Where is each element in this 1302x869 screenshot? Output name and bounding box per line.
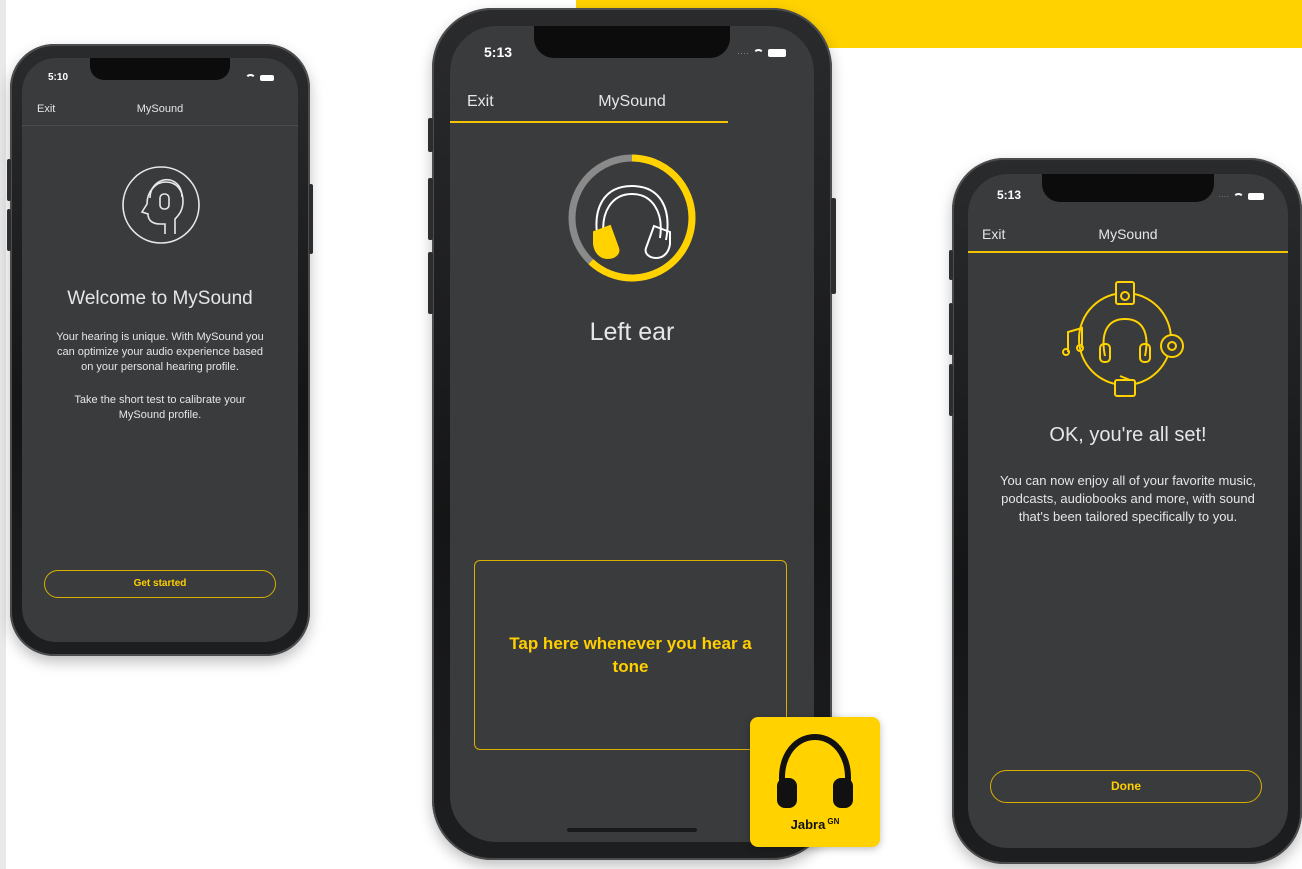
wifi-icon: [753, 49, 764, 57]
side-button: [428, 178, 433, 240]
signal-dots-icon: ····: [737, 48, 749, 58]
side-button: [949, 364, 953, 416]
battery-icon: [768, 49, 786, 57]
status-icons: ····: [1218, 192, 1264, 201]
all-set-heading: OK, you're all set!: [1049, 424, 1207, 446]
status-icons: [245, 74, 274, 82]
side-button: [428, 252, 433, 314]
welcome-instructions: Take the short test to calibrate your My…: [74, 394, 246, 421]
side-button: [428, 118, 433, 152]
screen-welcome: 5:10 Exit MySound Welcome to MySound You…: [22, 58, 298, 642]
status-time: 5:10: [48, 72, 69, 83]
nav-bar: Exit MySound: [968, 218, 1288, 253]
side-button: [831, 198, 836, 294]
welcome-body: Your hearing is unique. With MySound you…: [56, 331, 264, 373]
jabra-brand: Jabra: [790, 817, 826, 832]
notch: [534, 26, 730, 58]
nav-progress-bar: [968, 251, 1288, 253]
head-with-headphones-icon: [122, 166, 200, 244]
status-time: 5:13: [484, 44, 513, 60]
gn-mark: GN: [827, 817, 840, 826]
nav-bar: Exit MySound: [450, 82, 814, 126]
nav-progress-bar: [450, 121, 728, 123]
notch: [1042, 174, 1214, 202]
left-edge-stripe: [0, 0, 6, 869]
left-ear-heading: Left ear: [589, 318, 675, 346]
side-button: [7, 209, 11, 251]
nav-title: MySound: [598, 93, 666, 110]
nav-divider: [22, 125, 298, 126]
side-button: [7, 159, 11, 201]
wifi-icon: [1233, 192, 1244, 201]
side-button: [949, 303, 953, 355]
wifi-icon: [245, 74, 256, 82]
headphones-media-circle-icon: [1062, 281, 1184, 397]
battery-icon: [260, 75, 274, 81]
nav-bar: Exit MySound: [22, 96, 298, 126]
get-started-button[interactable]: Get started: [44, 570, 276, 598]
status-icons: ····: [737, 48, 786, 58]
signal-dots-icon: ····: [1218, 192, 1229, 201]
phone-left: 5:10 Exit MySound Welcome to MySound You…: [7, 44, 313, 656]
nav-title: MySound: [1098, 226, 1158, 242]
tap-tone-area[interactable]: Tap here whenever you hear a tone: [474, 560, 787, 750]
phone-right: 5:13 ···· Exit MySound OK, you're all se…: [949, 158, 1302, 864]
jabra-headphones-logo-icon: [777, 733, 853, 808]
notch: [90, 58, 230, 80]
headphones-progress-icon: [568, 154, 696, 282]
side-button: [949, 250, 953, 280]
status-time: 5:13: [997, 188, 1022, 202]
tap-tone-label: Tap here whenever you hear a tone: [509, 634, 752, 676]
done-button[interactable]: Done: [990, 770, 1262, 803]
battery-icon: [1248, 193, 1264, 200]
jabra-wordmark: Jabra GN: [750, 817, 880, 832]
screen-all-set: 5:13 ···· Exit MySound OK, you're all se…: [968, 174, 1288, 848]
podcast-icon: [1160, 334, 1184, 358]
jabra-app-logo: Jabra GN: [750, 717, 880, 847]
home-indicator: [567, 828, 697, 832]
all-set-body: You can now enjoy all of your favorite m…: [999, 473, 1257, 524]
nav-title: MySound: [136, 103, 184, 115]
radio-icon: [1114, 379, 1136, 397]
welcome-heading: Welcome to MySound: [67, 288, 253, 309]
side-button: [309, 184, 313, 254]
